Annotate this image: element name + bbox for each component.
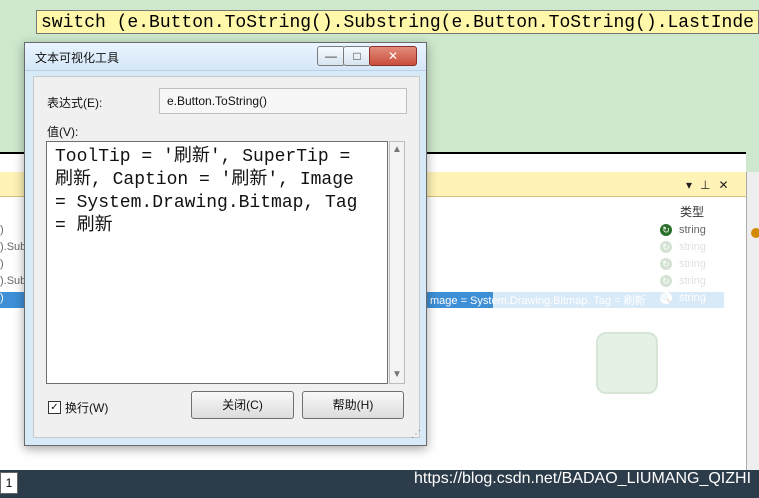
dropdown-icon[interactable]: ▾ <box>686 178 692 192</box>
close-button[interactable]: 关闭(C) <box>191 391 294 419</box>
help-button[interactable]: 帮助(H) <box>302 391 404 419</box>
row-label: ) <box>0 258 4 270</box>
code-text: switch (e.Button.ToString().Substring(e.… <box>41 13 754 33</box>
scroll-down-icon[interactable]: ▼ <box>392 369 402 380</box>
value-text: ToolTip = '刷新', SuperTip = 刷新, Caption =… <box>55 147 358 236</box>
checkbox-icon[interactable]: ✓ <box>48 401 61 414</box>
qr-avatar <box>596 332 658 394</box>
panel-controls: ▾ ⊥ ✕ <box>686 178 729 192</box>
row-label: ) <box>0 292 4 304</box>
expression-field[interactable]: e.Button.ToString() <box>159 88 407 114</box>
close-icon[interactable]: ✕ <box>718 178 728 192</box>
row-label: ) <box>0 224 4 236</box>
close-window-button[interactable]: ✕ <box>369 46 417 66</box>
scroll-up-icon[interactable]: ▲ <box>392 144 402 155</box>
row-type: string <box>679 224 706 236</box>
text-visualizer-dialog: 文本可视化工具 — □ ✕ 表达式(E): e.Button.ToString(… <box>24 42 427 446</box>
breakpoint-icon <box>751 228 759 238</box>
resize-grip-icon[interactable]: ⋰ <box>411 429 423 441</box>
wrap-label: 换行(W) <box>65 401 109 415</box>
watermark-text: https://blog.csdn.net/BADAO_LIUMANG_QIZH… <box>414 470 752 487</box>
page-number: 1 <box>0 472 18 494</box>
column-header-type[interactable]: 类型 <box>680 203 704 220</box>
code-editor-line: switch (e.Button.ToString().Substring(e.… <box>36 10 759 34</box>
refresh-icon[interactable]: ↻ <box>660 224 672 236</box>
pin-icon[interactable]: ⊥ <box>700 178 710 192</box>
value-scrollbar[interactable]: ▲ ▼ <box>389 141 405 384</box>
expression-value: e.Button.ToString() <box>167 94 268 108</box>
right-sidebar <box>746 172 759 470</box>
wrap-checkbox[interactable]: ✓ 换行(W) <box>48 399 108 416</box>
maximize-button[interactable]: □ <box>343 46 371 66</box>
expression-label: 表达式(E): <box>47 96 103 110</box>
value-textarea[interactable]: ToolTip = '刷新', SuperTip = 刷新, Caption =… <box>46 141 388 384</box>
minimize-button[interactable]: — <box>317 46 345 66</box>
dialog-title: 文本可视化工具 <box>35 51 120 65</box>
value-label: 值(V): <box>47 125 79 139</box>
dialog-titlebar[interactable]: 文本可视化工具 — □ ✕ <box>25 43 426 71</box>
